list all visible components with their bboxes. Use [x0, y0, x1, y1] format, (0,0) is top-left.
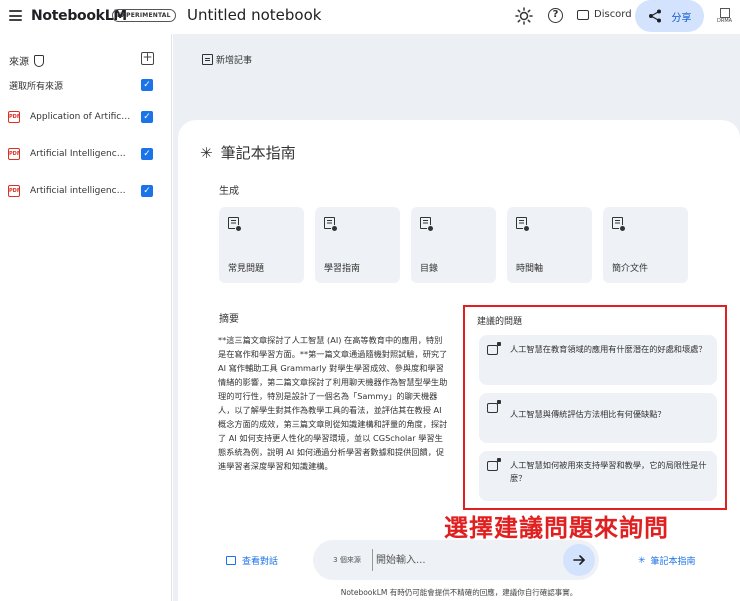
- document-add-icon: [324, 217, 338, 232]
- document-add-icon: [612, 217, 626, 232]
- notebook-guide-panel: ✳ 筆記本指南 生成 常見問題 學習指南 目錄 時間軸 簡介文件 摘要 **這三…: [178, 120, 740, 601]
- generate-toc-button[interactable]: 目錄: [411, 207, 496, 283]
- pdf-icon: PDF: [8, 185, 20, 197]
- discord-label: Discord: [594, 9, 632, 20]
- share-label: 分享: [671, 12, 692, 24]
- tile-label: 目錄: [420, 264, 439, 274]
- summary-text: **這三篇文章探討了人工智慧 (AI) 在高等教育中的應用，特別是在寫作和學習方…: [218, 335, 448, 471]
- generate-study-guide-button[interactable]: 學習指南: [315, 207, 400, 283]
- question-text: 人工智慧與傳統評估方法相比有何優缺點？: [510, 409, 666, 419]
- sources-sidebar: 來源 + 選取所有來源 ✓ PDF Application of Artific…: [0, 34, 172, 601]
- guide-title: ✳ 筆記本指南: [200, 142, 296, 163]
- tile-label: 常見問題: [228, 264, 265, 274]
- discord-link[interactable]: Discord: [577, 9, 632, 20]
- pdf-icon: PDF: [8, 111, 20, 123]
- document-add-icon: [228, 217, 242, 232]
- source-label: Artificial Intelligence (AI) in Educatio…: [30, 149, 131, 159]
- question-icon: [487, 342, 501, 355]
- select-all-checkbox[interactable]: ✓: [141, 79, 153, 91]
- theme-icon[interactable]: [515, 7, 533, 25]
- guide-title-text: 筆記本指南: [220, 144, 296, 162]
- sparkle-icon: ✳: [638, 555, 646, 566]
- chat-input-bar: 3 個來源: [313, 540, 599, 580]
- discord-icon: [577, 9, 589, 20]
- tile-label: 簡介文件: [612, 264, 649, 274]
- note-icon: [202, 54, 213, 65]
- sources-heading-label: 來源: [9, 57, 29, 68]
- chat-input[interactable]: [372, 549, 547, 571]
- suggested-questions-highlight: 建議的問題 人工智慧在教育領域的應用有什麼潛在的好處和壞處？ 人工智慧與傳統評估…: [463, 305, 727, 510]
- notebook-guide-button[interactable]: ✳ 筆記本指南: [638, 554, 696, 568]
- question-icon: [487, 400, 501, 413]
- view-chat-button[interactable]: 查看對話: [226, 554, 278, 567]
- sources-heading: 來源: [9, 53, 44, 68]
- chat-icon: [226, 556, 236, 565]
- suggested-question[interactable]: 人工智慧如何被用來支持學習和教學，它的局限性是什麼？: [479, 451, 717, 501]
- sparkle-icon: ✳: [200, 143, 213, 162]
- apps-grid-icon: [719, 8, 730, 18]
- generate-heading: 生成: [219, 186, 239, 197]
- source-checkbox[interactable]: ✓: [141, 185, 153, 197]
- annotation-callout: 選擇建議問題來詢問: [444, 514, 669, 542]
- source-label: Artificial intelligence for learning: [30, 186, 131, 196]
- add-note-label: 新增記事: [216, 56, 253, 66]
- menu-icon[interactable]: [9, 10, 22, 21]
- tile-label: 學習指南: [324, 264, 361, 274]
- generate-faq-button[interactable]: 常見問題: [219, 207, 304, 283]
- notes-area: 新增記事 ✳ 筆記本指南 生成 常見問題 學習指南 目錄 時間軸 簡介文件 摘要: [173, 34, 740, 601]
- source-checkbox[interactable]: ✓: [141, 111, 153, 123]
- help-icon[interactable]: ?: [548, 8, 563, 23]
- summary-heading: 摘要: [219, 314, 239, 325]
- notebook-title[interactable]: Untitled notebook: [187, 6, 321, 24]
- tile-label: 時間軸: [516, 264, 544, 274]
- suggested-question[interactable]: 人工智慧與傳統評估方法相比有何優缺點？: [479, 393, 717, 443]
- share-icon: [648, 9, 661, 23]
- share-button[interactable]: 分享: [635, 0, 704, 32]
- notebook-guide-label: 筆記本指南: [650, 557, 696, 567]
- experimental-badge: EXPERIMENTAL: [112, 9, 176, 22]
- shield-icon: [34, 54, 44, 67]
- top-bar: NotebookLM EXPERIMENTAL Untitled noteboo…: [0, 0, 740, 34]
- apps-label: DRMA: [717, 18, 733, 24]
- document-add-icon: [420, 217, 434, 232]
- question-text: 人工智慧在教育領域的應用有什麼潛在的好處和壞處？: [510, 344, 707, 354]
- account-apps[interactable]: DRMA: [717, 8, 732, 24]
- disclaimer-text: NotebookLM 有時仍可能會提供不精確的回應，建議你自行確認事實。: [340, 588, 578, 597]
- document-add-icon: [516, 217, 530, 232]
- source-count: 3 個來源: [333, 556, 361, 564]
- suggested-heading: 建議的問題: [477, 317, 523, 327]
- send-button[interactable]: [563, 544, 595, 576]
- generate-timeline-button[interactable]: 時間軸: [507, 207, 592, 283]
- select-all-label: 選取所有來源: [9, 82, 64, 92]
- source-label: Application of Artificial Intelligence i…: [30, 112, 131, 122]
- question-icon: [487, 458, 501, 471]
- add-source-button[interactable]: +: [141, 51, 154, 65]
- suggested-question[interactable]: 人工智慧在教育領域的應用有什麼潛在的好處和壞處？: [479, 335, 717, 385]
- question-text: 人工智慧如何被用來支持學習和教學，它的局限性是什麼？: [510, 460, 707, 483]
- source-checkbox[interactable]: ✓: [141, 148, 153, 160]
- pdf-icon: PDF: [8, 148, 20, 160]
- view-chat-label: 查看對話: [242, 557, 279, 567]
- generate-briefing-button[interactable]: 簡介文件: [603, 207, 688, 283]
- add-note-button[interactable]: 新增記事: [202, 53, 252, 66]
- arrow-right-icon: [573, 555, 585, 565]
